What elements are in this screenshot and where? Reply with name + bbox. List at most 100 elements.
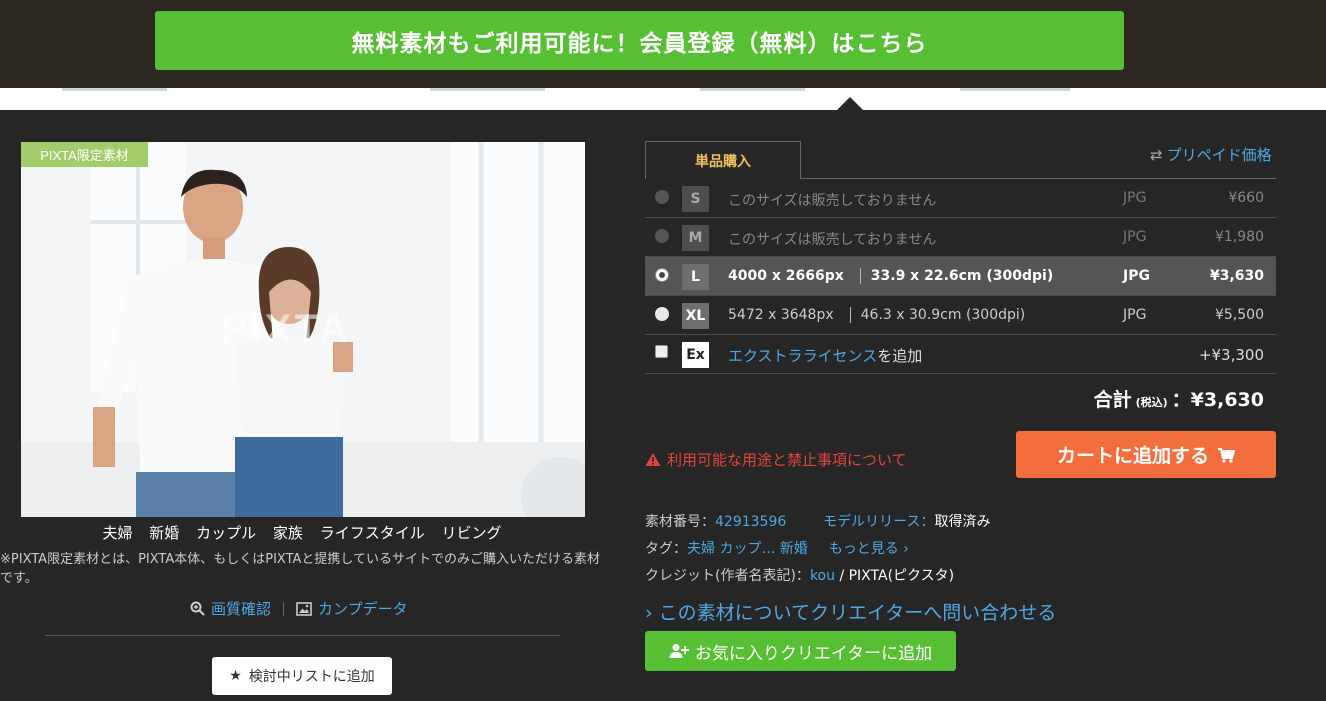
extra-license-price: +¥3,300 bbox=[1198, 346, 1264, 364]
strip-pointer bbox=[837, 97, 863, 110]
add-to-watchlist-button[interactable]: ★ 検討中リストに追加 bbox=[212, 657, 392, 695]
size-print-dim: 33.9 x 22.6cm (300dpi) bbox=[870, 268, 1054, 284]
extra-license-suffix: を追加 bbox=[877, 347, 923, 365]
star-icon: ★ bbox=[229, 668, 242, 684]
exclusive-note: ※PIXTA限定素材とは、PIXTA本体、もしくはPIXTAと提携しているサイト… bbox=[0, 552, 601, 586]
size-radio[interactable] bbox=[655, 268, 669, 282]
extra-license-checkbox[interactable] bbox=[655, 345, 668, 358]
quality-check-link[interactable]: 画質確認 bbox=[190, 598, 271, 619]
size-desc: 5472 x 3648px 46.3 x 30.9cm (300dpi) bbox=[728, 307, 1025, 323]
size-price: ¥5,500 bbox=[1215, 307, 1264, 323]
usage-warning-label: 利用可能な用途と禁止事項について bbox=[667, 451, 907, 469]
signup-button[interactable]: 無料素材もご利用可能に！会員登録（無料）はこちら bbox=[155, 11, 1124, 70]
tag-label: タグ： bbox=[645, 541, 687, 557]
size-separator bbox=[859, 268, 861, 284]
banner-strip bbox=[0, 88, 1326, 110]
size-radio[interactable] bbox=[655, 307, 669, 321]
size-radio[interactable] bbox=[655, 190, 669, 204]
image-icon bbox=[296, 601, 312, 616]
extra-license-row: Ex エクストラライセンスを追加 +¥3,300 bbox=[645, 335, 1276, 374]
cart-icon bbox=[1218, 447, 1235, 463]
credit-info: クレジット(作者名表記)：kou / PIXTA(ピクスタ) bbox=[645, 565, 954, 585]
size-badge: L bbox=[682, 264, 709, 290]
strip-thumb bbox=[700, 88, 805, 91]
preview-links: 画質確認 カンプデータ bbox=[190, 598, 408, 619]
size-badge: XL bbox=[682, 303, 709, 329]
size-price: ¥1,980 bbox=[1215, 229, 1264, 245]
prepaid-price-link[interactable]: ⇄ プリペイド価格 bbox=[1150, 144, 1272, 165]
total-label: 合計 bbox=[1093, 389, 1132, 411]
size-row-l[interactable]: L 4000 x 2666px 33.9 x 22.6cm (300dpi) JP… bbox=[645, 257, 1276, 296]
warning-icon bbox=[645, 453, 661, 466]
tag-values[interactable]: 夫婦 カップ… 新婚 bbox=[687, 541, 808, 557]
size-format: JPG bbox=[1123, 190, 1147, 206]
photo-tags: 夫婦 新婚 カップル 家族 ライフスタイル リビング bbox=[0, 522, 604, 543]
stock-photo[interactable]: PIXTA bbox=[21, 142, 585, 517]
material-id: 42913596 bbox=[715, 514, 787, 530]
usage-warning-link[interactable]: 利用可能な用途と禁止事項について bbox=[645, 449, 907, 470]
size-row-m[interactable]: M このサイズは販売しておりません JPG ¥1,980 bbox=[645, 218, 1276, 257]
watchlist-label: 検討中リストに追加 bbox=[248, 669, 375, 685]
comp-data-label: カンプデータ bbox=[318, 600, 408, 618]
watermark-text: PIXTA bbox=[221, 307, 351, 351]
extra-license-desc: エクストラライセンスを追加 bbox=[728, 345, 922, 366]
size-radio[interactable] bbox=[655, 229, 669, 243]
size-row-s[interactable]: S このサイズは販売しておりません JPG ¥660 bbox=[645, 179, 1276, 218]
swap-icon: ⇄ bbox=[1150, 145, 1163, 164]
credit-suffix: / PIXTA(ピクスタ) bbox=[839, 568, 955, 584]
add-favorite-creator-label: お気に入りクリエイターに追加 bbox=[694, 643, 933, 664]
model-release-value: 取得済み bbox=[934, 514, 991, 530]
size-pixels: 4000 x 2666px bbox=[728, 268, 844, 284]
tag-link[interactable]: リビング bbox=[441, 524, 501, 542]
more-tags-link[interactable]: もっと見る › bbox=[829, 541, 909, 557]
size-desc: 4000 x 2666px 33.9 x 22.6cm (300dpi) bbox=[728, 268, 1053, 284]
exclusive-badge: PIXTA限定素材 bbox=[21, 142, 148, 167]
add-favorite-creator-button[interactable]: お気に入りクリエイターに追加 bbox=[645, 631, 956, 671]
tag-link[interactable]: カップル bbox=[196, 524, 256, 542]
extra-badge: Ex bbox=[682, 342, 709, 368]
size-separator bbox=[849, 307, 851, 323]
size-desc: このサイズは販売しておりません bbox=[728, 193, 937, 209]
top-banner: 無料素材もご利用可能に！会員登録（無料）はこちら bbox=[0, 0, 1326, 88]
add-to-cart-button[interactable]: カートに追加する bbox=[1016, 431, 1276, 478]
total-tax-label: (税込) bbox=[1135, 396, 1168, 409]
creator-inquiry-link[interactable]: › この素材についてクリエイターへ問い合わせる bbox=[645, 598, 1056, 625]
size-desc: このサイズは販売しておりません bbox=[728, 232, 937, 248]
size-price: ¥660 bbox=[1228, 190, 1264, 206]
user-plus-icon bbox=[669, 644, 689, 658]
tag-link[interactable]: ライフスタイル bbox=[320, 524, 425, 542]
total-value: ：¥3,630 bbox=[1171, 389, 1264, 411]
page: 無料素材もご利用可能に！会員登録（無料）はこちら PIXTA PIXTA限定素材… bbox=[0, 0, 1326, 701]
material-id-label: 素材番号： bbox=[645, 514, 715, 530]
size-price: ¥3,630 bbox=[1209, 268, 1264, 284]
total-price: 合計 (税込) ：¥3,630 bbox=[1094, 385, 1264, 412]
size-format: JPG bbox=[1123, 229, 1147, 245]
divider bbox=[45, 635, 560, 636]
credit-author-link[interactable]: kou bbox=[810, 568, 835, 584]
extra-license-link[interactable]: エクストラライセンス bbox=[728, 347, 877, 365]
strip-thumb bbox=[960, 88, 1070, 91]
credit-label: クレジット(作者名表記)： bbox=[645, 568, 810, 584]
tag-link[interactable]: 新婚 bbox=[149, 524, 179, 542]
tag-link[interactable]: 家族 bbox=[273, 524, 303, 542]
size-format: JPG bbox=[1123, 268, 1150, 284]
zoom-icon bbox=[190, 601, 205, 616]
quality-check-label: 画質確認 bbox=[211, 600, 272, 618]
size-print-dim: 46.3 x 30.9cm (300dpi) bbox=[860, 307, 1026, 323]
prepaid-label: プリペイド価格 bbox=[1166, 146, 1272, 164]
size-row-xl[interactable]: XL 5472 x 3648px 46.3 x 30.9cm (300dpi) J… bbox=[645, 296, 1276, 335]
size-format: JPG bbox=[1123, 307, 1147, 323]
link-separator bbox=[283, 601, 285, 616]
strip-thumb bbox=[430, 88, 545, 91]
tag-info: タグ：夫婦 カップ… 新婚 もっと見る › bbox=[645, 538, 909, 558]
strip-thumb bbox=[62, 88, 167, 91]
size-pixels: 5472 x 3648px bbox=[728, 307, 834, 323]
material-info: 素材番号：42913596 モデルリリース：取得済み bbox=[645, 511, 990, 531]
tab-single-purchase[interactable]: 単品購入 bbox=[645, 141, 801, 179]
add-to-cart-label: カートに追加する bbox=[1056, 445, 1209, 467]
model-release-label: モデルリリース： bbox=[823, 514, 935, 530]
size-badge: S bbox=[682, 186, 709, 212]
comp-data-link[interactable]: カンプデータ bbox=[296, 598, 408, 619]
tag-link[interactable]: 夫婦 bbox=[103, 524, 133, 542]
size-badge: M bbox=[682, 225, 709, 251]
